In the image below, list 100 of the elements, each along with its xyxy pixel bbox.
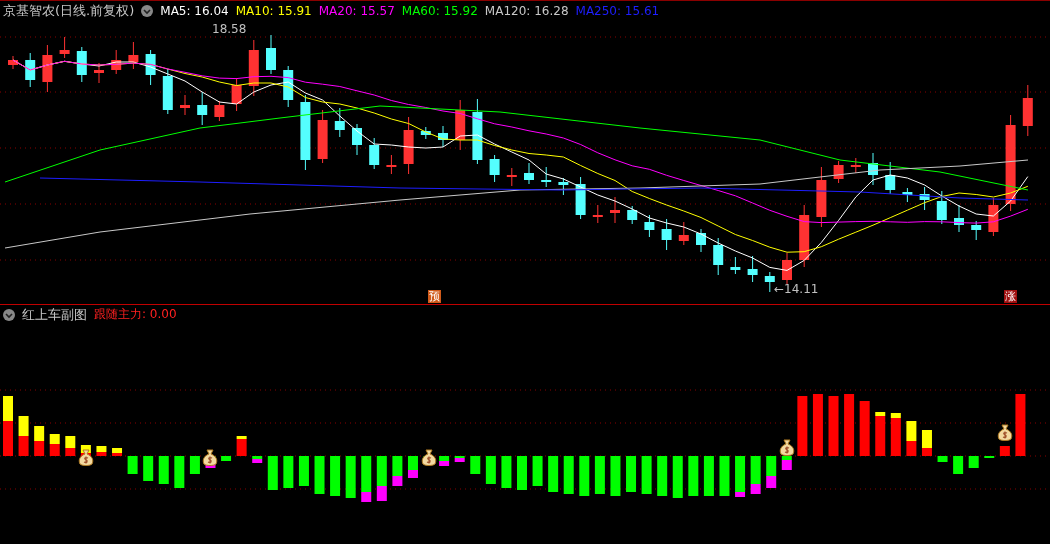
candlestick — [730, 256, 741, 275]
candlestick — [592, 204, 603, 224]
histogram-bar — [127, 456, 138, 474]
histogram-bar — [361, 456, 372, 502]
candlestick — [59, 36, 70, 59]
histogram-bar — [189, 456, 200, 474]
candlestick — [94, 62, 104, 84]
candlestick — [386, 154, 397, 175]
candlestick — [678, 221, 689, 246]
histogram-bar — [548, 456, 559, 492]
histogram-bar — [672, 456, 683, 498]
histogram-bar — [517, 456, 527, 490]
histogram-bar — [781, 456, 792, 470]
indicator-value: MA20: 15.57 — [318, 3, 395, 18]
candlestick — [231, 77, 242, 112]
histogram-bar — [407, 456, 418, 478]
candlestick — [919, 186, 930, 211]
indicator-value: MA5: 16.04 — [160, 3, 229, 18]
histogram-bar — [3, 396, 13, 456]
candlestick — [506, 167, 517, 187]
histogram-bar — [921, 430, 932, 456]
candlestick — [524, 162, 534, 185]
chart-title: 红上车副图 — [22, 305, 87, 324]
candlestick — [902, 187, 913, 203]
price-label: ←14.11 — [774, 282, 819, 296]
dropdown-icon[interactable] — [3, 308, 15, 321]
candlestick — [747, 255, 758, 283]
histogram-bar — [953, 456, 964, 474]
candlestick — [764, 271, 775, 293]
histogram-bar — [906, 421, 917, 456]
candlestick — [610, 196, 620, 224]
histogram-bar — [96, 446, 107, 456]
histogram-bar — [49, 434, 60, 456]
histogram-bar — [298, 456, 309, 486]
candlestick — [76, 46, 87, 83]
histogram-bar — [641, 456, 652, 494]
candlestick — [850, 157, 861, 174]
candlestick — [25, 52, 36, 88]
candlestick — [214, 100, 225, 122]
histogram-bar — [657, 456, 668, 496]
histogram-bar — [812, 394, 823, 456]
price-label: 18.58 — [212, 22, 247, 36]
indicator-value: MA120: 16.28 — [484, 3, 569, 18]
histogram-bar — [968, 456, 979, 468]
candlestick — [283, 65, 294, 108]
candlestick — [575, 176, 586, 220]
money-bag-icon — [778, 439, 795, 456]
candlestick — [334, 107, 345, 138]
histogram-bar — [579, 456, 590, 496]
histogram-bar — [626, 456, 637, 492]
candlestick — [403, 116, 414, 175]
candlestick — [868, 152, 878, 186]
dropdown-icon[interactable] — [141, 4, 154, 17]
histogram-bar — [252, 456, 263, 463]
candlestick — [420, 126, 431, 140]
histogram-bar — [501, 456, 512, 488]
candlestick — [816, 166, 827, 228]
histogram-bar — [875, 412, 886, 456]
histogram-bar — [236, 436, 247, 456]
money-bag-icon — [996, 424, 1013, 441]
candlestick — [145, 49, 156, 86]
histogram-bar — [454, 456, 465, 462]
candlestick — [782, 252, 792, 285]
signal-marker: 涨 — [1004, 290, 1017, 303]
histogram-bar — [1015, 394, 1026, 456]
histogram-bar — [890, 413, 901, 456]
histogram-bar — [532, 456, 543, 486]
histogram-bar — [392, 456, 403, 486]
histogram-bar — [703, 456, 714, 496]
candlestick — [42, 44, 53, 93]
signal-marker: 预 — [428, 290, 441, 303]
histogram-bar — [283, 456, 294, 488]
candlestick — [696, 228, 706, 253]
candlestick — [489, 154, 500, 183]
histogram-bar — [345, 456, 356, 498]
candlestick — [352, 123, 362, 156]
histogram-bar — [470, 456, 481, 474]
candlestick — [971, 220, 982, 241]
histogram-bar — [735, 456, 746, 497]
money-bag-icon — [202, 449, 219, 466]
candlestick — [128, 41, 139, 70]
candlestick — [369, 137, 380, 170]
money-bag-icon — [420, 449, 437, 466]
histogram-bar — [563, 456, 574, 494]
indicator-value: MA10: 15.91 — [235, 3, 312, 18]
histogram-bar — [330, 456, 341, 496]
money-bag-icon — [77, 449, 94, 466]
chart-title: 京基智农(日线.前复权) — [3, 1, 135, 20]
candlestick — [266, 34, 276, 75]
candlestick — [885, 161, 896, 195]
histogram-bar — [719, 456, 730, 496]
candlestick — [541, 166, 552, 188]
histogram-bar — [937, 456, 948, 462]
indicator-value: MA60: 15.92 — [401, 3, 478, 18]
histogram-bar — [314, 456, 325, 494]
candlestick — [799, 204, 810, 268]
histogram-bar — [766, 456, 777, 488]
histogram-bar — [18, 416, 29, 456]
candlestick — [317, 109, 328, 164]
candlestick — [197, 91, 208, 126]
